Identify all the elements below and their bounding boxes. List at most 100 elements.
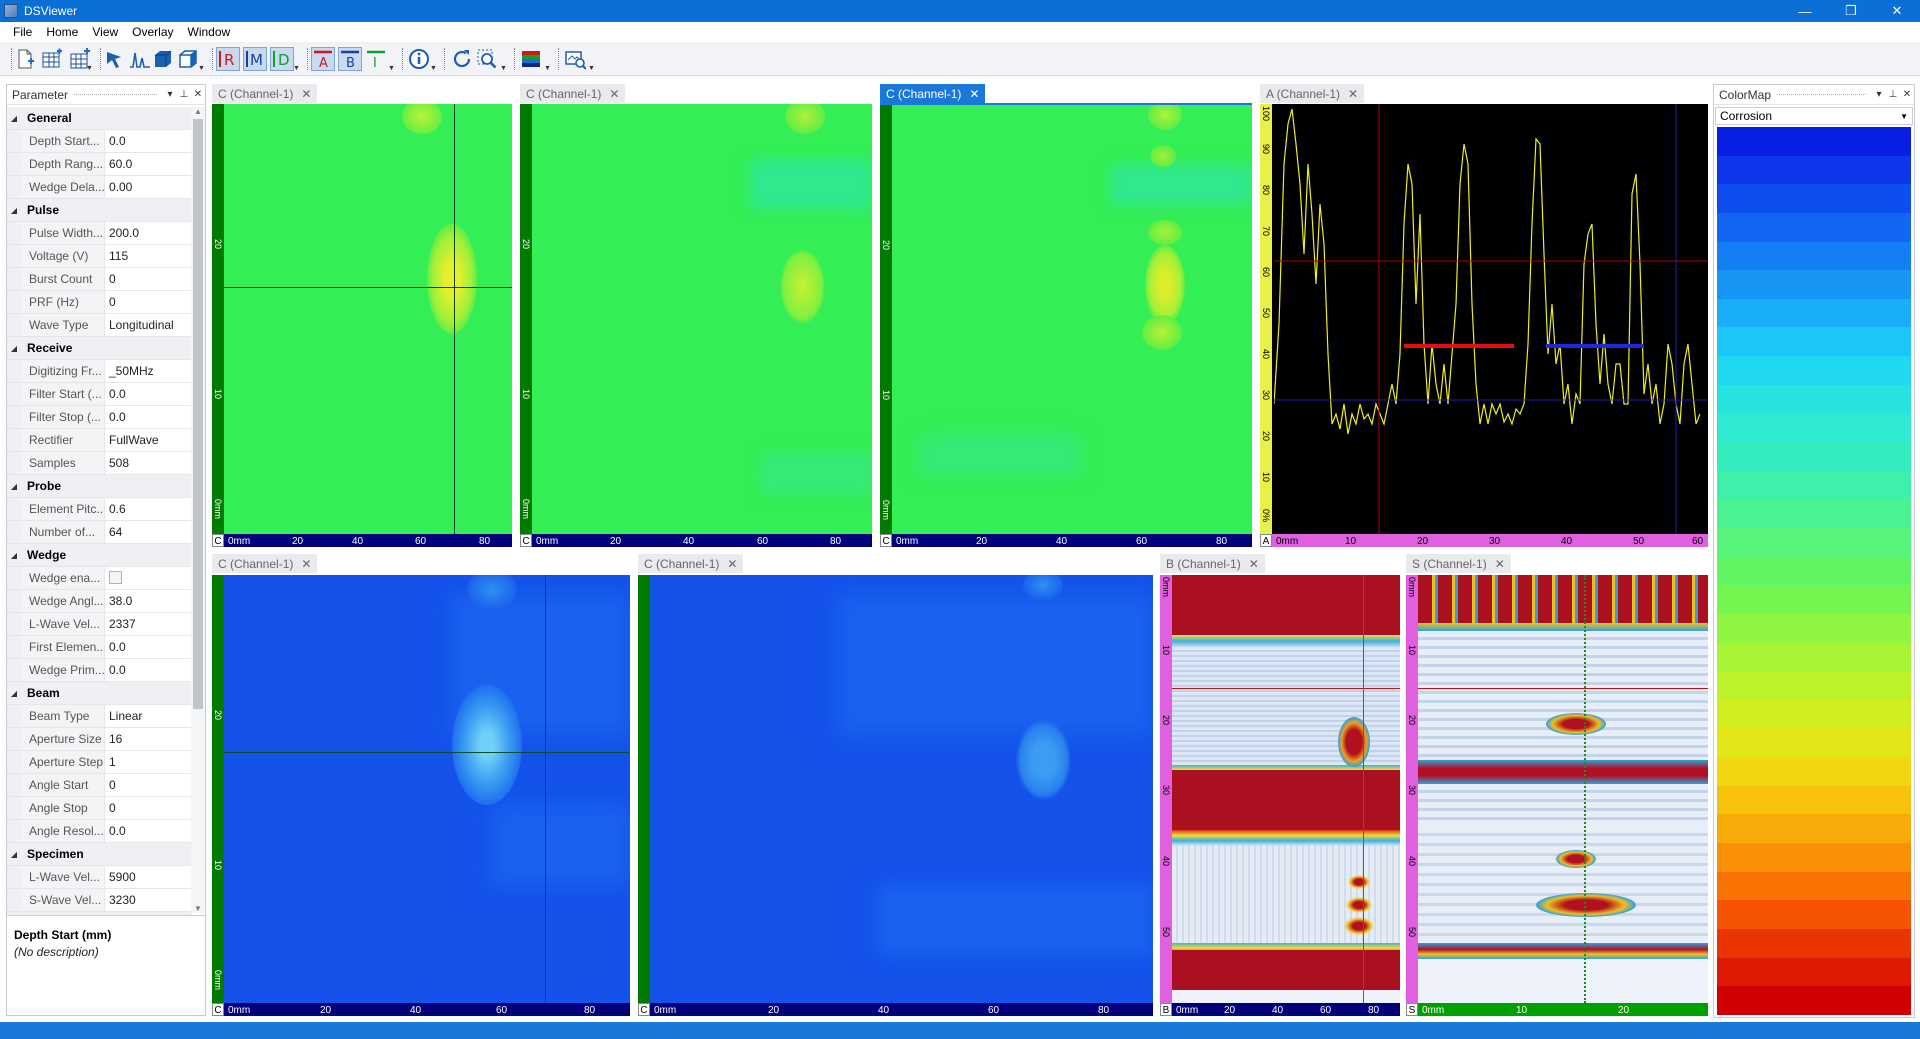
property-value[interactable] (105, 567, 192, 589)
restore-button[interactable]: ❐ (1828, 0, 1874, 22)
property-value[interactable]: 0.0 (105, 383, 192, 405)
property-value[interactable]: FullWave (105, 429, 192, 451)
c-scan-view-3[interactable]: 20 10 0mm 0mm 20 40 60 80 C (880, 105, 1252, 547)
ascan-icon[interactable] (128, 47, 152, 71)
menu-home[interactable]: Home (39, 25, 85, 39)
property-value[interactable]: 200.0 (105, 222, 192, 244)
refresh-icon[interactable] (450, 47, 474, 71)
property-value[interactable]: 3230 (105, 889, 192, 911)
property-value[interactable]: 0.0 (105, 130, 192, 152)
property-row[interactable]: Filter Stop (... 0.0 (7, 406, 192, 429)
close-icon[interactable]: ✕ (609, 87, 619, 101)
property-value[interactable]: 5900 (105, 866, 192, 888)
property-row[interactable]: Angle Start 0 (7, 774, 192, 797)
chevron-down-icon[interactable]: ▼ (544, 65, 551, 72)
category-specimen[interactable]: ◢ Specimen (7, 843, 192, 866)
reference-cursor-icon[interactable]: R (216, 47, 240, 71)
collapse-icon[interactable]: ◢ (7, 689, 21, 698)
menu-window[interactable]: Window (181, 25, 238, 39)
chevron-down-icon[interactable]: ▼ (86, 65, 93, 72)
property-row[interactable]: Voltage (V) 115 (7, 245, 192, 268)
collapse-icon[interactable]: ◢ (7, 206, 21, 215)
property-value[interactable]: 0.6 (105, 498, 192, 520)
property-row[interactable]: Rectifier FullWave (7, 429, 192, 452)
tab-s-view[interactable]: S (Channel-1) ✕ (1406, 554, 1511, 573)
measure-cursor-icon[interactable]: M (243, 47, 267, 71)
property-value[interactable]: 0.0 (105, 636, 192, 658)
close-icon[interactable]: ✕ (1348, 87, 1358, 101)
pin-icon[interactable]: ⊥ (1886, 89, 1900, 100)
gate-a-icon[interactable]: A (311, 47, 335, 71)
property-row[interactable]: Wedge ena... (7, 567, 192, 590)
wedge-enable-checkbox[interactable] (109, 571, 122, 584)
tab-a-view[interactable]: A (Channel-1) ✕ (1260, 84, 1365, 103)
property-row[interactable]: Burst Count 0 (7, 268, 192, 291)
tab-c-view-1[interactable]: C (Channel-1) ✕ (212, 84, 318, 103)
b-scan-view[interactable]: 0mm 10 20 30 40 50 0mm 20 40 60 80 B (1160, 575, 1400, 1016)
property-row[interactable]: Angle Resol... 0.0 (7, 820, 192, 843)
a-scan-view[interactable]: 100 90 80 70 60 50 40 30 20 10 0% 0mm 10… (1260, 104, 1708, 547)
category-probe[interactable]: ◢ Probe (7, 475, 192, 498)
property-value[interactable]: 115 (105, 245, 192, 267)
property-row[interactable]: Angle Stop 0 (7, 797, 192, 820)
property-value[interactable]: 0 (105, 291, 192, 313)
gate-b-icon[interactable]: B (338, 47, 362, 71)
property-row[interactable]: Wedge Angl... 38.0 (7, 590, 192, 613)
property-value[interactable]: 2337 (105, 613, 192, 635)
chevron-down-icon[interactable]: ▼ (430, 65, 437, 72)
tab-c-view-3[interactable]: C (Channel-1) ✕ (880, 84, 986, 103)
property-value[interactable]: _50MHz (105, 360, 192, 382)
property-row[interactable]: Wedge Prim... 0.0 (7, 659, 192, 682)
property-row[interactable]: Filter Start (... 0.0 (7, 383, 192, 406)
close-icon[interactable]: ✕ (1249, 557, 1259, 571)
collapse-icon[interactable]: ◢ (7, 344, 21, 353)
gate-i-icon[interactable]: I (364, 47, 388, 71)
property-row[interactable]: Aperture Step 1 (7, 751, 192, 774)
collapse-icon[interactable]: ◢ (7, 850, 21, 859)
property-value[interactable]: Longitudinal (105, 314, 192, 336)
category-receive[interactable]: ◢ Receive (7, 337, 192, 360)
category-wedge[interactable]: ◢ Wedge (7, 544, 192, 567)
tab-c-view-2[interactable]: C (Channel-1) ✕ (520, 84, 626, 103)
property-value[interactable]: Linear (105, 705, 192, 727)
c-scan-view-5[interactable]: 0mm 20 40 60 80 C (638, 575, 1153, 1016)
property-value[interactable]: 38.0 (105, 590, 192, 612)
chevron-down-icon[interactable]: ▼ (293, 65, 300, 72)
property-row[interactable]: Wave Type Longitudinal (7, 314, 192, 337)
panel-grip[interactable] (74, 94, 157, 95)
menu-view[interactable]: View (85, 25, 125, 39)
property-row[interactable]: Number of... 64 (7, 521, 192, 544)
chevron-down-icon[interactable]: ▼ (388, 65, 395, 72)
c-scan-view-1[interactable]: 20 10 0mm 0mm 20 40 60 80 C (212, 104, 512, 547)
chevron-down-icon[interactable]: ▾ (1872, 89, 1886, 100)
collapse-icon[interactable]: ◢ (7, 551, 21, 560)
close-icon[interactable]: ✕ (1900, 89, 1914, 100)
property-row[interactable]: Depth Rang... 60.0 (7, 153, 192, 176)
close-icon[interactable]: ✕ (969, 87, 979, 101)
collapse-icon[interactable]: ◢ (7, 482, 21, 491)
menu-overlay[interactable]: Overlay (125, 25, 180, 39)
tab-c-view-5[interactable]: C (Channel-1) ✕ (638, 554, 744, 573)
minimize-button[interactable]: — (1782, 0, 1828, 22)
chevron-down-icon[interactable]: ▼ (198, 65, 205, 72)
export-image-icon[interactable] (563, 47, 587, 71)
property-row[interactable]: PRF (Hz) 0 (7, 291, 192, 314)
s-scan-view[interactable]: 0mm 10 20 30 40 50 0mm 10 20 S (1406, 575, 1708, 1016)
property-row[interactable]: Aperture Size 16 (7, 728, 192, 751)
data-cursor-icon[interactable]: D (270, 47, 294, 71)
colormap-icon[interactable] (519, 47, 543, 71)
property-row[interactable]: Element Pitc... 0.6 (7, 498, 192, 521)
category-general[interactable]: ◢ General (7, 107, 192, 130)
category-beam[interactable]: ◢ Beam (7, 682, 192, 705)
close-icon[interactable]: ✕ (1495, 557, 1505, 571)
close-icon[interactable]: ✕ (301, 557, 311, 571)
pin-icon[interactable]: ⊥ (177, 89, 191, 100)
property-row[interactable]: Digitizing Fr... _50MHz (7, 360, 192, 383)
property-value[interactable]: 64 (105, 521, 192, 543)
property-row[interactable]: First Elemen... 0.0 (7, 636, 192, 659)
property-row[interactable]: Samples 508 (7, 452, 192, 475)
property-value[interactable]: 1 (105, 751, 192, 773)
close-icon[interactable]: ✕ (191, 89, 205, 100)
chevron-down-icon[interactable]: ▼ (588, 65, 595, 72)
collapse-icon[interactable]: ◢ (7, 114, 21, 123)
